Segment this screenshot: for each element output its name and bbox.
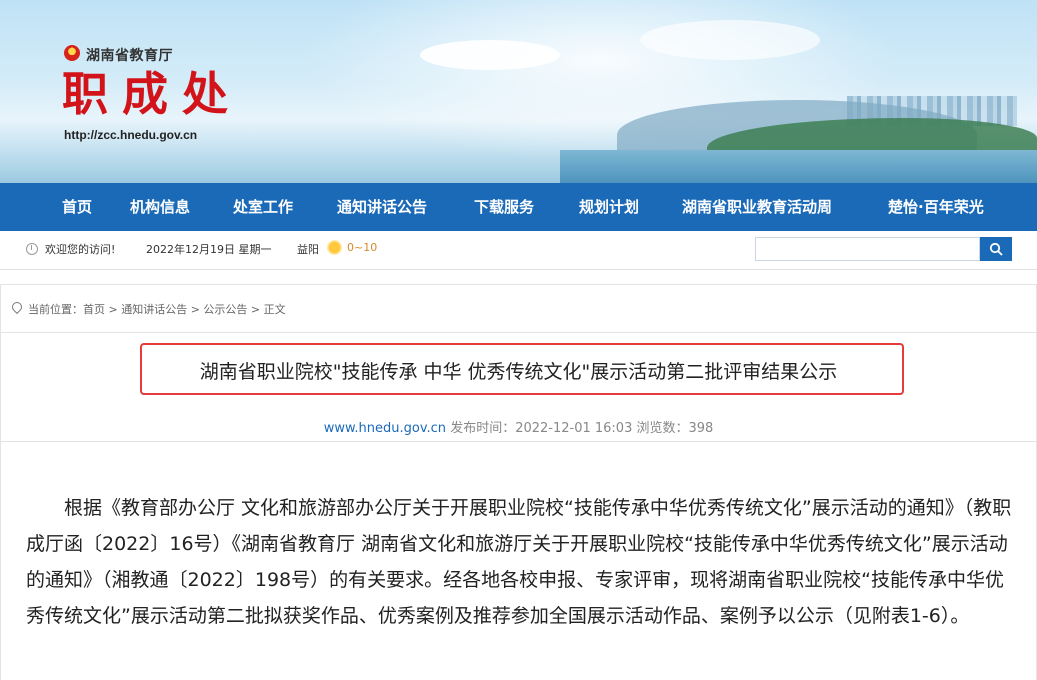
- banner-river: [560, 150, 1037, 183]
- department-name: 湖南省教育厅: [86, 48, 173, 64]
- nav-item-downloads[interactable]: 下载服务: [474, 183, 534, 231]
- site-logo-title[interactable]: 职成处: [62, 66, 242, 122]
- article-source-link[interactable]: www.hnedu.gov.cn: [324, 421, 446, 436]
- clock-icon: [26, 243, 38, 255]
- article-meta: www.hnedu.gov.cn 发布时间：2022-12-01 16:03 浏…: [0, 417, 1037, 436]
- article-body: 根据《教育部办公厅 文化和旅游部办公厅关于开展职业院校“技能传承中华优秀传统文化…: [26, 490, 1016, 634]
- divider: [0, 332, 1037, 333]
- site-url: http://zcc.hnedu.gov.cn: [64, 128, 198, 142]
- breadcrumb: 当前位置：首页 > 通知讲话公告 > 公示公告 > 正文: [9, 299, 286, 317]
- search-input[interactable]: [755, 237, 980, 261]
- search-icon: [989, 242, 1003, 256]
- weather-temperature: 0~10: [347, 241, 378, 254]
- nav-item-planning[interactable]: 规划计划: [579, 183, 639, 231]
- nav-item-notices[interactable]: 通知讲话公告: [337, 183, 427, 231]
- cloud-decoration: [420, 40, 560, 70]
- main-navigation: 首页 机构信息 处室工作 通知讲话公告 下载服务 规划计划 湖南省职业教育活动周…: [0, 183, 1037, 231]
- current-date: 2022年12月19日 星期一: [146, 243, 272, 256]
- national-emblem-icon: [64, 45, 80, 61]
- cloud-decoration: [640, 20, 820, 60]
- welcome-text: 欢迎您的访问!: [45, 243, 116, 256]
- location-pin-icon: [9, 299, 25, 315]
- weather-city: 益阳: [297, 243, 319, 256]
- nav-item-office-work[interactable]: 处室工作: [233, 183, 293, 231]
- breadcrumb-text[interactable]: 当前位置：首页 > 通知讲话公告 > 公示公告 > 正文: [28, 303, 286, 316]
- sunny-icon: [327, 240, 342, 255]
- article-publish-info: 发布时间：2022-12-01 16:03 浏览数：398: [446, 421, 714, 436]
- header-banner: 湖南省教育厅 职成处 http://zcc.hnedu.gov.cn: [0, 0, 1037, 183]
- nav-item-org-info[interactable]: 机构信息: [130, 183, 190, 231]
- nav-item-home[interactable]: 首页: [62, 183, 92, 231]
- nav-item-vocational-week[interactable]: 湖南省职业教育活动周: [682, 183, 832, 231]
- search-button[interactable]: [980, 237, 1012, 261]
- article-title: 湖南省职业院校"技能传承 中华 优秀传统文化"展示活动第二批评审结果公示: [199, 361, 838, 383]
- divider: [0, 441, 1037, 442]
- article-paragraph: 根据《教育部办公厅 文化和旅游部办公厅关于开展职业院校“技能传承中华优秀传统文化…: [26, 497, 1012, 627]
- nav-item-chuyi-centennial[interactable]: 楚怡·百年荣光: [888, 183, 984, 231]
